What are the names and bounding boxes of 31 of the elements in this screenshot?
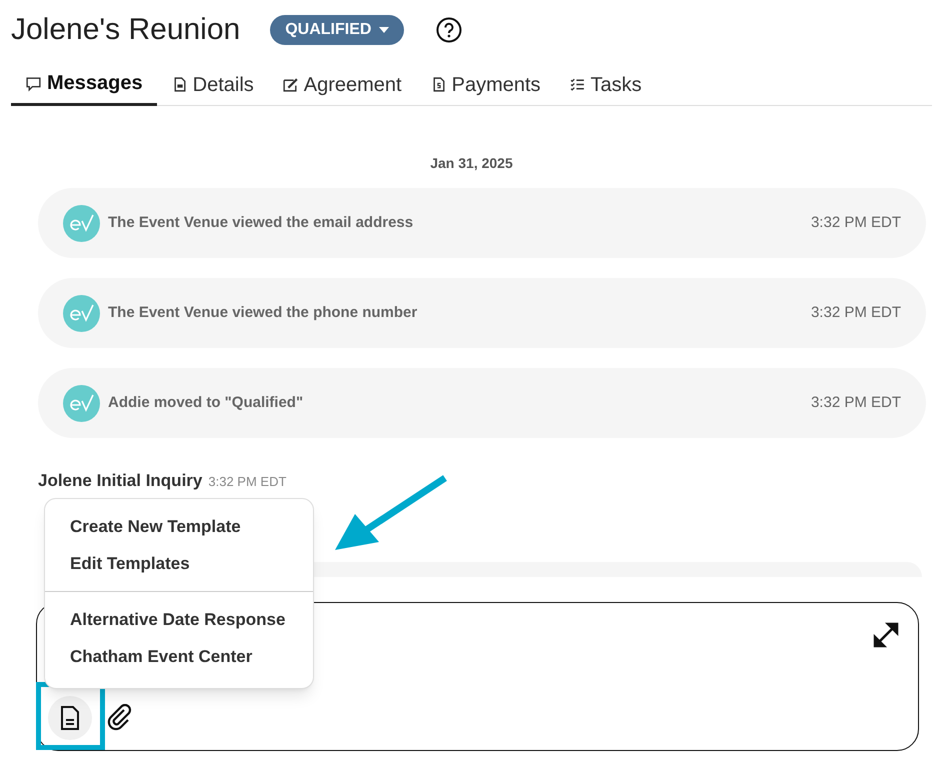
tab[interactable]: Payments	[416, 63, 555, 106]
menu-item[interactable]: Create New Template	[45, 508, 313, 545]
menu-item[interactable]: Edit Templates	[45, 545, 313, 582]
tab[interactable]: Details	[156, 63, 268, 106]
menu-item[interactable]: Chatham Event Center	[45, 638, 313, 675]
message-time: 3:32 PM EDT	[208, 473, 286, 491]
activity-text: The Event Venue viewed the phone number	[108, 302, 418, 323]
activity-time: 3:32 PM EDT	[810, 392, 901, 413]
tab[interactable]: Agreement	[268, 63, 416, 106]
activity-time: 3:32 PM EDT	[810, 302, 901, 323]
menu-item[interactable]: Alternative Date Response	[45, 601, 313, 638]
expand-icon[interactable]	[873, 622, 899, 648]
caret-icon	[379, 27, 390, 33]
tab[interactable]: Tasks	[554, 63, 656, 106]
paperclip-icon[interactable]	[106, 704, 134, 732]
page-title: Jolene's Reunion	[11, 15, 240, 45]
avatar-icon	[63, 384, 100, 422]
signature-icon	[282, 76, 299, 93]
avatar-icon	[63, 294, 100, 332]
document-icon	[60, 706, 80, 730]
help-icon[interactable]	[436, 17, 462, 43]
chat-icon	[25, 74, 42, 92]
message-title: Jolene Initial Inquiry	[38, 470, 202, 492]
checklist-icon	[568, 76, 586, 93]
status-dropdown[interactable]: QUALIFIED	[270, 15, 404, 45]
activity-time: 3:32 PM EDT	[810, 212, 901, 233]
activity-text: The Event Venue viewed the email address	[108, 212, 414, 233]
activity-text: Addie moved to "Qualified"	[108, 392, 304, 413]
date-label: Jan 31, 2025	[429, 154, 514, 173]
tab[interactable]: Messages	[11, 63, 157, 106]
avatar-icon	[63, 204, 100, 242]
